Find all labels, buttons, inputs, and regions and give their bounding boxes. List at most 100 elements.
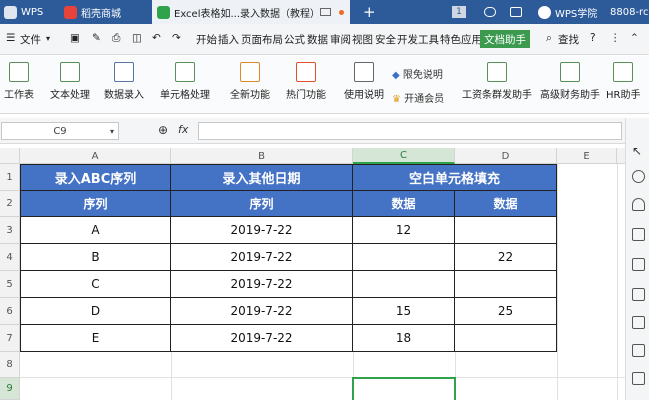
column-c[interactable]: C [353,148,455,164]
new-tab-button[interactable]: + [363,0,377,24]
table-cell[interactable]: E [20,325,171,352]
subheader-cell-c[interactable]: 数据 [353,191,455,217]
table-cell[interactable]: C [20,271,171,298]
name-box[interactable]: C9 ▾ [1,122,119,140]
row-header-1[interactable]: 1 [0,164,20,191]
data-entry-button[interactable]: 数据录入 [104,62,144,101]
tab-docer[interactable]: 稻壳商城 [60,0,150,24]
table-cell[interactable]: A [20,217,171,244]
filter-icon[interactable] [632,258,645,271]
chevron-down-icon[interactable]: ▾ [110,127,114,136]
row-header-3[interactable]: 3 [0,217,20,244]
row-header-6[interactable]: 6 [0,298,20,325]
menu-formula[interactable]: 公式 [284,32,305,47]
table-cell[interactable] [455,325,557,352]
row-header-9[interactable]: 9 [0,378,20,400]
cloud-icon[interactable] [484,0,498,24]
tab-wps[interactable]: WPS [4,0,56,24]
tab-excel-doc[interactable]: Excel表格如...录入数据（教程） [152,0,350,24]
fx-icon[interactable]: fx [178,123,188,136]
table-cell[interactable] [455,217,557,244]
print-icon[interactable]: ⎙ [112,32,120,45]
menu-insert[interactable]: 插入 [218,32,239,47]
monitor-icon[interactable] [320,8,331,16]
table-cell[interactable] [353,244,455,271]
help-icon[interactable]: ? [590,32,596,44]
save-icon[interactable]: ▣ [70,32,80,44]
menu-review[interactable]: 审阅 [330,32,351,47]
translate-icon[interactable] [632,372,645,385]
menu-file[interactable]: 文件 [20,32,41,47]
redo-icon[interactable]: ↷ [172,32,181,44]
shapes-icon[interactable] [632,170,645,183]
subheader-cell-b[interactable]: 序列 [171,191,353,217]
finance-button[interactable]: 高级财务助手 [540,62,600,101]
undo-icon[interactable]: ↶ [152,32,161,44]
hot-features-button[interactable]: 热门功能 [286,62,326,101]
cell-processing-button[interactable]: 单元格处理 [160,62,210,101]
search-icon[interactable]: ⌕ [546,32,552,45]
column-b[interactable]: B [171,148,353,164]
column-d[interactable]: D [455,148,557,164]
new-features-button[interactable]: 全新功能 [230,62,270,101]
table-cell[interactable]: 2019-7-22 [171,217,353,244]
table-cell[interactable]: 15 [353,298,455,325]
menu-doc-assistant[interactable]: 文档助手 [480,30,530,48]
text-processing-button[interactable]: 文本处理 [50,62,90,101]
user-account[interactable]: 8808-rc [610,0,649,24]
selected-cell-c9[interactable] [352,377,456,400]
menu-security[interactable]: 安全 [375,32,396,47]
menu-special[interactable]: 特色应用 [440,32,482,47]
search-label[interactable]: 查找 [558,32,579,47]
window-count-badge[interactable]: 1 [452,6,466,18]
export-icon[interactable] [632,344,645,357]
payslip-button[interactable]: 工资条群发助手 [462,62,532,101]
header-cell-date[interactable]: 录入其他日期 [171,164,353,191]
table-cell[interactable]: 18 [353,325,455,352]
table-grid-icon[interactable] [632,228,645,241]
table-cell[interactable]: D [20,298,171,325]
hamburger-icon[interactable]: ☰ [6,32,15,44]
menu-developer[interactable]: 开发工具 [397,32,439,47]
select-all-corner[interactable] [0,148,20,164]
cursor-icon[interactable]: ↖ [632,144,645,158]
row-header-8[interactable]: 8 [0,352,20,378]
instructions-button[interactable]: 使用说明 [344,62,384,101]
table-cell[interactable] [455,271,557,298]
subheader-cell-d[interactable]: 数据 [455,191,557,217]
membership-link[interactable]: ♛ 开通会员 [392,90,444,105]
formula-input[interactable] [198,122,622,140]
subheader-cell-a[interactable]: 序列 [20,191,171,217]
image-icon[interactable] [632,316,645,329]
row-header-5[interactable]: 5 [0,271,20,298]
zoom-icon[interactable]: ⊕ [158,123,168,137]
chevron-down-icon[interactable]: ▾ [46,34,50,43]
backup-icon[interactable] [632,288,645,301]
free-note-link[interactable]: ◆ 限免说明 [392,66,443,81]
header-cell-blank-fill[interactable]: 空白单元格填充 [353,164,557,191]
worksheet-button[interactable]: 工作表 [4,62,34,101]
more-icon[interactable]: ⋮ [610,32,621,44]
table-cell[interactable] [353,271,455,298]
table-cell[interactable]: 25 [455,298,557,325]
menu-page-layout[interactable]: 页面布局 [241,32,283,47]
table-cell[interactable]: 22 [455,244,557,271]
menu-view[interactable]: 视图 [352,32,373,47]
header-cell-abc[interactable]: 录入ABC序列 [20,164,171,191]
table-cell[interactable]: 2019-7-22 [171,244,353,271]
style-icon[interactable] [632,198,645,211]
menu-data[interactable]: 数据 [307,32,328,47]
menu-start[interactable]: 开始 [196,32,217,47]
table-cell[interactable]: 2019-7-22 [171,271,353,298]
column-e[interactable]: E [557,148,617,164]
table-cell[interactable]: 2019-7-22 [171,298,353,325]
table-cell[interactable]: B [20,244,171,271]
print-preview-icon[interactable]: ◫ [132,32,142,44]
row-header-4[interactable]: 4 [0,244,20,271]
column-a[interactable]: A [20,148,171,164]
table-cell[interactable]: 2019-7-22 [171,325,353,352]
table-cell[interactable]: 12 [353,217,455,244]
share-icon[interactable] [510,0,524,24]
format-painter-icon[interactable]: ✎ [92,32,101,44]
collapse-ribbon-icon[interactable]: ⌃ [630,32,639,44]
